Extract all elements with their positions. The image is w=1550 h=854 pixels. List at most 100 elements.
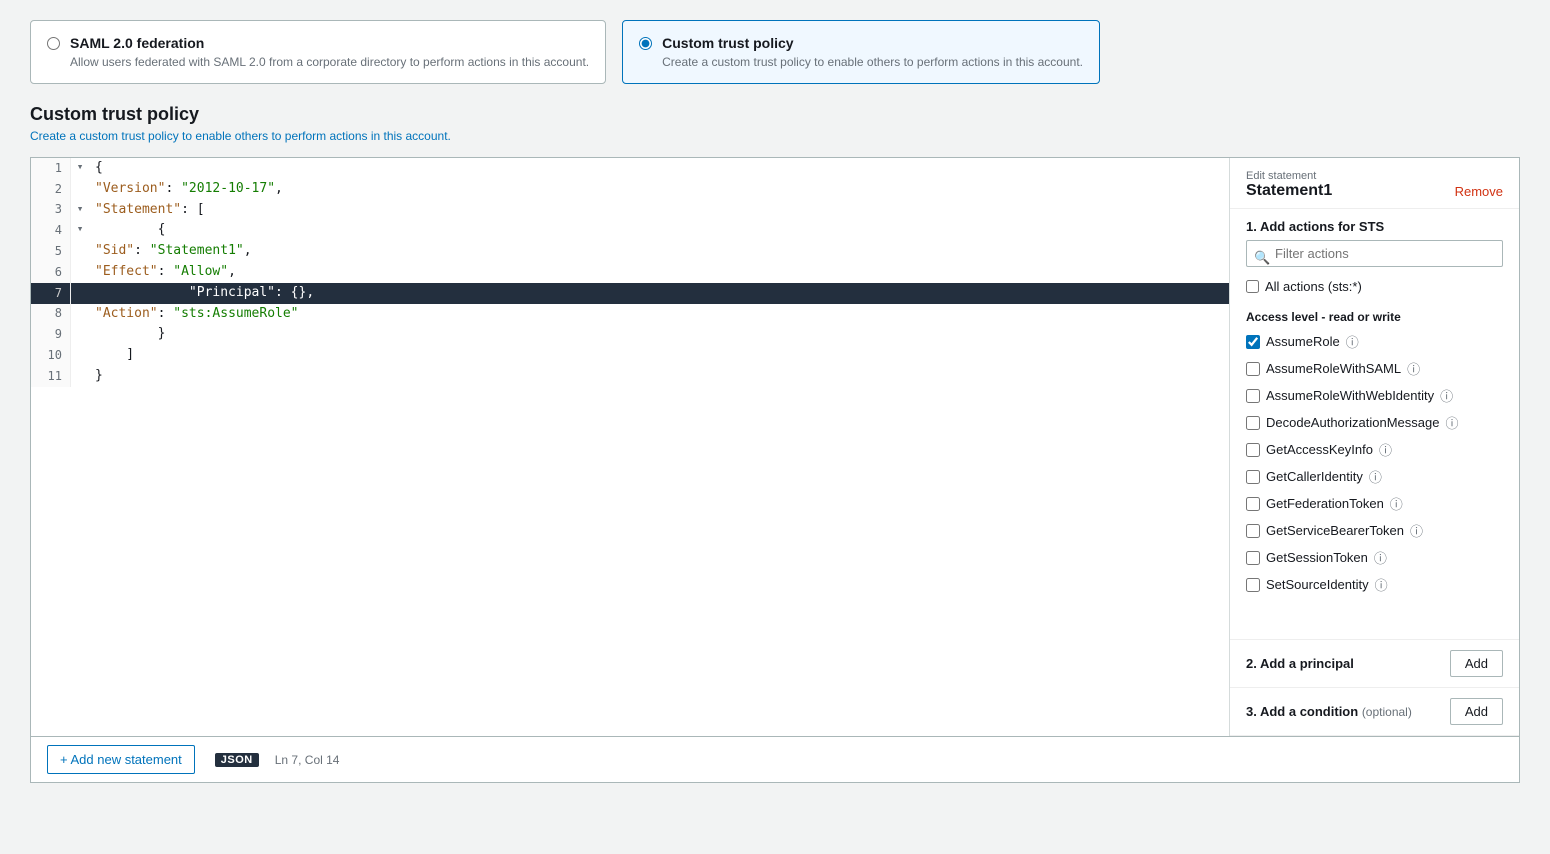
add-principal-button[interactable]: Add [1450,650,1503,677]
code-line-4[interactable]: 4▾ { [31,220,1229,241]
action-label-4[interactable]: GetAccessKeyInfo [1266,442,1373,457]
action-checkbox-1[interactable] [1246,362,1260,376]
code-line-8[interactable]: 8 "Action": "sts:AssumeRole" [31,304,1229,325]
panel-header: Edit statement Statement1 Remove [1230,158,1519,209]
action-label-5[interactable]: GetCallerIdentity [1266,469,1363,484]
action-label-6[interactable]: GetFederationToken [1266,496,1384,511]
action-item-3: DecodeAuthorizationMessage ⓘ [1246,409,1503,436]
line-content-11: } [87,366,1229,387]
json-badge: JSON [215,753,259,767]
action-info-icon-1[interactable]: ⓘ [1407,359,1420,378]
line-toggle-3[interactable]: ▾ [73,200,87,221]
action-info-icon-2[interactable]: ⓘ [1440,386,1453,405]
add-condition-title: 3. Add a condition (optional) [1246,704,1412,719]
line-number-6: 6 [31,262,71,283]
action-info-icon-6[interactable]: ⓘ [1390,494,1403,513]
add-condition-button[interactable]: Add [1450,698,1503,725]
custom-radio[interactable] [639,37,652,50]
action-label-2[interactable]: AssumeRoleWithWebIdentity [1266,388,1434,403]
action-info-icon-4[interactable]: ⓘ [1379,440,1392,459]
line-content-10: ] [87,345,1229,366]
action-label-9[interactable]: SetSourceIdentity [1266,577,1369,592]
line-number-11: 11 [31,366,71,387]
line-toggle-9 [73,324,87,345]
remove-link[interactable]: Remove [1455,184,1503,199]
action-checkbox-7[interactable] [1246,524,1260,538]
line-content-6: "Effect": "Allow", [87,262,1229,283]
action-info-icon-0[interactable]: ⓘ [1346,332,1359,351]
action-checkbox-2[interactable] [1246,389,1260,403]
code-line-3[interactable]: 3▾ "Statement": [ [31,200,1229,221]
code-line-11[interactable]: 11} [31,366,1229,387]
line-toggle-1[interactable]: ▾ [73,158,87,179]
action-item-8: GetSessionToken ⓘ [1246,544,1503,571]
action-label-0[interactable]: AssumeRole [1266,334,1340,349]
line-toggle-10 [73,345,87,366]
action-checkbox-0[interactable] [1246,335,1260,349]
line-number-4: 4 [31,220,71,241]
section-subtitle: Create a custom trust policy to enable o… [30,129,1520,143]
action-checkbox-5[interactable] [1246,470,1260,484]
action-item-1: AssumeRoleWithSAML ⓘ [1246,355,1503,382]
line-content-1: { [87,158,1229,179]
line-number-8: 8 [31,304,71,325]
cursor-info: Ln 7, Col 14 [275,753,340,767]
section-title: Custom trust policy [30,104,1520,125]
saml-desc: Allow users federated with SAML 2.0 from… [70,55,589,69]
action-label-3[interactable]: DecodeAuthorizationMessage [1266,415,1439,430]
line-toggle-4[interactable]: ▾ [73,220,87,241]
action-checkbox-8[interactable] [1246,551,1260,565]
custom-card-content: Custom trust policy Create a custom trus… [662,35,1083,69]
editor-bottom-bar: + Add new statement JSON Ln 7, Col 14 [30,737,1520,783]
code-line-7[interactable]: 7 "Principal": {}, [31,283,1229,304]
action-checkbox-3[interactable] [1246,416,1260,430]
line-content-5: "Sid": "Statement1", [87,241,1229,262]
line-toggle-7 [73,283,87,304]
line-toggle-8 [73,304,87,325]
all-actions-label[interactable]: All actions (sts:*) [1265,279,1362,294]
saml-radio[interactable] [47,37,60,50]
add-statement-button[interactable]: + Add new statement [47,745,195,774]
line-content-2: "Version": "2012-10-17", [87,179,1229,200]
code-line-6[interactable]: 6 "Effect": "Allow", [31,262,1229,283]
all-actions-item: All actions (sts:*) [1246,275,1503,302]
action-info-icon-5[interactable]: ⓘ [1369,467,1382,486]
action-item-9: SetSourceIdentity ⓘ [1246,571,1503,598]
custom-desc: Create a custom trust policy to enable o… [662,55,1083,69]
action-label-1[interactable]: AssumeRoleWithSAML [1266,361,1401,376]
add-condition-title-text: 3. Add a condition [1246,704,1358,719]
code-editor[interactable]: 1▾{2 "Version": "2012-10-17",3▾ "Stateme… [31,158,1229,736]
line-content-3: "Statement": [ [87,200,1229,221]
action-info-icon-8[interactable]: ⓘ [1374,548,1387,567]
filter-actions-input[interactable] [1246,240,1503,267]
action-checkbox-6[interactable] [1246,497,1260,511]
action-item-5: GetCallerIdentity ⓘ [1246,463,1503,490]
code-line-9[interactable]: 9 } [31,324,1229,345]
action-checkbox-9[interactable] [1246,578,1260,592]
action-label-8[interactable]: GetSessionToken [1266,550,1368,565]
code-line-2[interactable]: 2 "Version": "2012-10-17", [31,179,1229,200]
all-actions-checkbox[interactable] [1246,280,1259,293]
action-info-icon-9[interactable]: ⓘ [1375,575,1388,594]
line-number-1: 1 [31,158,71,179]
action-info-icon-7[interactable]: ⓘ [1410,521,1423,540]
line-number-3: 3 [31,200,71,221]
page-wrapper: SAML 2.0 federation Allow users federate… [0,0,1550,803]
saml-option-card[interactable]: SAML 2.0 federation Allow users federate… [30,20,606,84]
action-item-6: GetFederationToken ⓘ [1246,490,1503,517]
section-subtitle-link[interactable]: Create a custom trust policy to enable o… [30,129,451,143]
custom-option-card[interactable]: Custom trust policy Create a custom trus… [622,20,1100,84]
action-info-icon-3[interactable]: ⓘ [1445,413,1458,432]
custom-title: Custom trust policy [662,35,1083,51]
right-panel: Edit statement Statement1 Remove 1. Add … [1229,158,1519,736]
code-line-5[interactable]: 5 "Sid": "Statement1", [31,241,1229,262]
action-checkbox-4[interactable] [1246,443,1260,457]
code-line-1[interactable]: 1▾{ [31,158,1229,179]
statement-title-text: Statement1 [1246,182,1332,200]
add-principal-section: 2. Add a principal Add [1230,640,1519,688]
action-item-4: GetAccessKeyInfo ⓘ [1246,436,1503,463]
line-number-2: 2 [31,179,71,200]
panel-bottom: 2. Add a principal Add 3. Add a conditio… [1230,639,1519,736]
code-line-10[interactable]: 10 ] [31,345,1229,366]
action-label-7[interactable]: GetServiceBearerToken [1266,523,1404,538]
